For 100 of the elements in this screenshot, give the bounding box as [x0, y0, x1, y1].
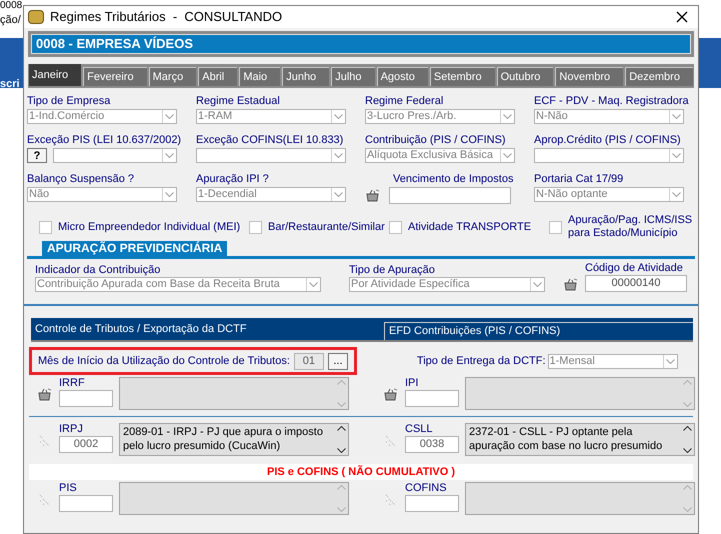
chevron-down-icon	[309, 282, 318, 287]
field-label: Contribuição (PIS / COFINS)	[365, 134, 507, 147]
month-tab[interactable]: Agosto	[376, 67, 428, 86]
code-field[interactable]	[59, 495, 113, 512]
dropdown[interactable]: N-Não	[534, 109, 684, 124]
section-header: PIS e COFINS ( NÃO CUMULATIVO )	[29, 464, 693, 480]
basket-icon	[365, 188, 381, 203]
checkbox-label: Bar/Restaurante/Similar	[268, 220, 385, 234]
month-tab[interactable]: Abril	[198, 67, 238, 86]
chevron-down-icon	[672, 114, 681, 119]
chevron-down-icon	[672, 153, 681, 158]
code-field[interactable]	[59, 390, 113, 407]
tax-label: IPI	[405, 377, 420, 390]
chevron-down-icon	[165, 153, 174, 158]
month-tab[interactable]: Novembro	[555, 67, 624, 86]
description-box: 2089-01 - IRPJ - PJ que apura o imposto pelo lucro presumido (CucaWin)	[119, 423, 349, 456]
dropdown[interactable]: 3-Lucro Pres./Arb.	[365, 109, 515, 124]
dropdown[interactable]: 1-Mensal	[548, 354, 678, 368]
app-icon	[28, 10, 44, 24]
basket-icon	[383, 387, 399, 402]
month-tab[interactable]: Maio	[239, 67, 280, 86]
scroll-up-icon[interactable]	[682, 426, 692, 431]
chevron-down-icon	[165, 114, 174, 119]
company-banner: 0008 - EMPRESA VÍDEOS	[31, 34, 691, 54]
chevron-down-icon	[503, 114, 512, 119]
scroll-down-icon[interactable]	[336, 448, 346, 453]
chevron-down-icon	[533, 282, 542, 287]
background-text: 0008	[0, 0, 22, 11]
background-text: ção/	[0, 14, 21, 26]
help-button[interactable]: ?	[27, 148, 47, 163]
section-header: APURAÇÃO PREVIDENCIÁRIA	[42, 241, 228, 256]
tax-label: CSLL	[405, 423, 434, 436]
dropdown[interactable]: 1-RAM	[196, 109, 346, 124]
basket-icon	[563, 277, 579, 292]
tax-label: IRRF	[59, 377, 86, 390]
code-field[interactable]: 0002	[59, 436, 113, 453]
field-label: Exceção COFINS(LEI 10.833)	[196, 134, 344, 147]
month-tab[interactable]: Setembro	[430, 67, 495, 86]
month-tab[interactable]: Fevereiro	[83, 67, 147, 86]
field-label: Tipo de Apuração	[349, 264, 436, 277]
field-label: Tipo de Empresa	[27, 95, 112, 108]
code-field[interactable]: 0038	[405, 436, 459, 453]
field-label: Tipo de Entrega da DCTF:	[416, 354, 546, 368]
field-label: Indicador da Contribuição	[35, 264, 162, 277]
month-tab[interactable]: Março	[148, 67, 196, 86]
month-tab[interactable]: Outubro	[496, 67, 554, 86]
dropdown[interactable]	[53, 148, 177, 163]
dropdown[interactable]: 1-Decendial	[196, 187, 346, 202]
background-text: scri	[0, 77, 20, 92]
field-label: Regime Federal	[365, 95, 444, 108]
checkbox-label: Atividade TRANSPORTE	[408, 220, 532, 234]
scroll-down-icon[interactable]	[682, 448, 692, 453]
dropdown[interactable]: Por Atividade Específica	[349, 277, 545, 292]
checkbox[interactable]	[249, 220, 262, 234]
basket-icon	[37, 387, 53, 402]
month-tab[interactable]: Dezembro	[625, 67, 694, 86]
checkbox-label: Micro Empreendedor Individual (MEI)	[58, 220, 240, 234]
dropdown[interactable]	[534, 148, 684, 163]
field-label: ECF - PDV - Maq. Registradora	[534, 95, 690, 108]
description-box: 2372-01 - CSLL - PJ optante pela apuração com base no lucro presumido	[465, 423, 695, 456]
close-icon	[676, 11, 688, 23]
tax-label: PIS	[59, 482, 78, 495]
chevron-down-icon	[334, 153, 343, 158]
dropdown[interactable]: Alíquota Exclusiva Básica	[365, 148, 515, 163]
tax-label: IRPJ	[59, 423, 84, 436]
dropdown[interactable]: Contribuição Apurada com Base da Receita Bruta	[35, 277, 321, 292]
month-field[interactable]: 01	[294, 352, 324, 370]
field-label: Aprop.Crédito (PIS / COFINS)	[534, 134, 682, 147]
tax-label: COFINS	[405, 482, 448, 495]
field-label: Regime Estadual	[196, 95, 281, 108]
field-label: Apuração IPI ?	[196, 173, 270, 186]
scroll-up-icon[interactable]	[336, 426, 346, 431]
chevron-down-icon	[666, 358, 675, 364]
field-label: Portaria Cat 17/99	[534, 173, 624, 186]
code-field[interactable]	[405, 495, 459, 512]
dropdown[interactable]	[196, 148, 346, 163]
field-label: Código de Atividade	[585, 262, 684, 275]
month-tab[interactable]: Junho	[282, 67, 330, 86]
background-panel	[699, 38, 721, 88]
month-tab[interactable]: Julho	[331, 67, 375, 86]
field-label: Vencimento de Impostos	[393, 173, 514, 186]
ellipsis-button[interactable]: ...	[328, 352, 348, 370]
window-title: Regimes Tributários - CONSULTANDO	[50, 8, 284, 26]
dropdown[interactable]: N-Não optante	[534, 187, 684, 202]
field-label: Mês de Início da Utilização do Controle de Tributos:	[38, 354, 290, 368]
checkbox-label: Apuração/Pag. ICMS/ISS para Estado/Município	[568, 214, 694, 240]
dropdown[interactable]: 1-Ind.Comércio	[27, 109, 177, 124]
checkbox[interactable]	[549, 220, 562, 234]
background-panel	[0, 38, 23, 88]
code-field[interactable]	[405, 390, 459, 407]
checkbox[interactable]	[39, 220, 52, 234]
checkbox[interactable]	[389, 220, 402, 234]
date-field[interactable]	[389, 187, 511, 204]
dropdown[interactable]: Não	[27, 187, 177, 202]
field-label: Balanço Suspensão ?	[27, 173, 136, 186]
chevron-down-icon	[334, 114, 343, 119]
section-tab[interactable]: EFD Contribuições (PIS / COFINS)	[384, 322, 693, 340]
code-field[interactable]: 00000140	[585, 275, 687, 292]
month-tab[interactable]: Janeiro	[29, 64, 82, 86]
chevron-down-icon	[672, 192, 681, 197]
